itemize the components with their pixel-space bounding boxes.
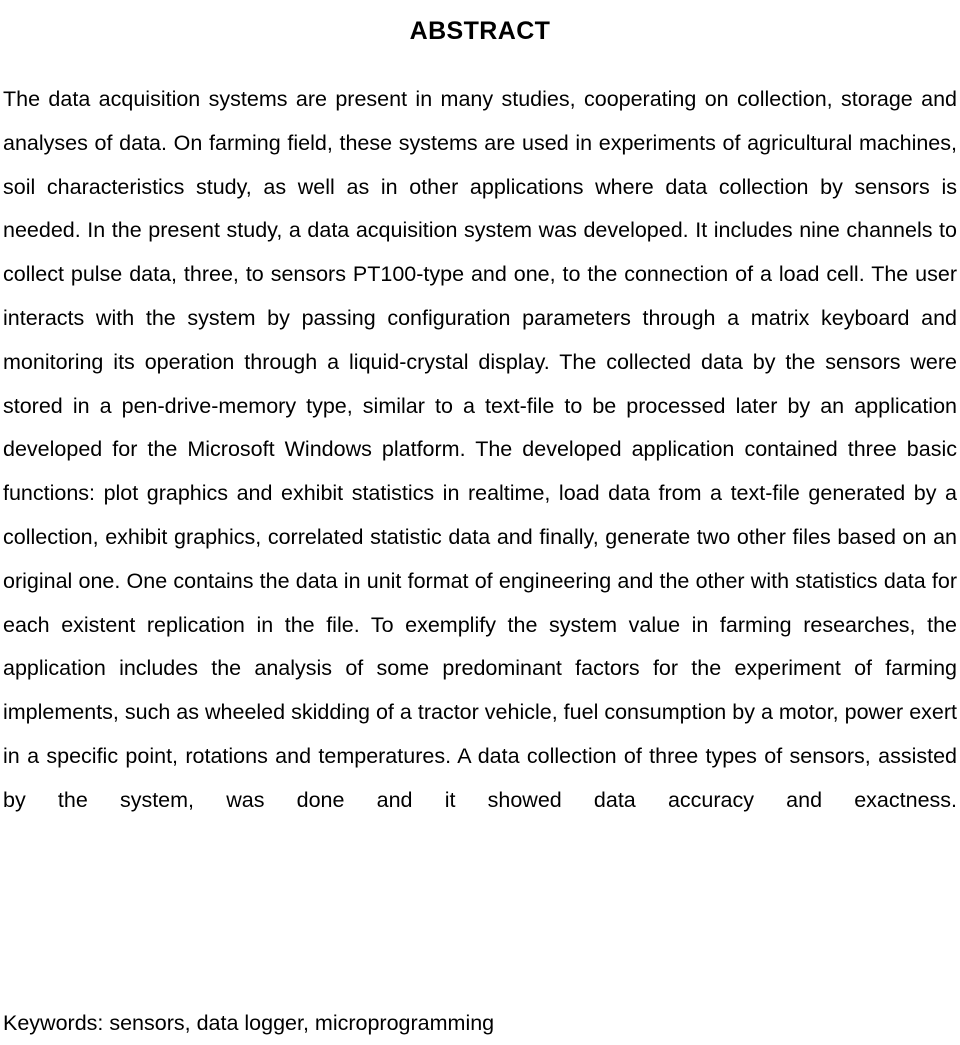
abstract-page: ABSTRACT The data acquisition systems ar… — [0, 0, 960, 1045]
abstract-paragraph: The data acquisition systems are present… — [3, 87, 957, 812]
abstract-body: The data acquisition systems are present… — [3, 78, 957, 866]
keywords-line: Keywords: sensors, data logger, micropro… — [3, 1011, 495, 1035]
page-title: ABSTRACT — [409, 16, 551, 45]
